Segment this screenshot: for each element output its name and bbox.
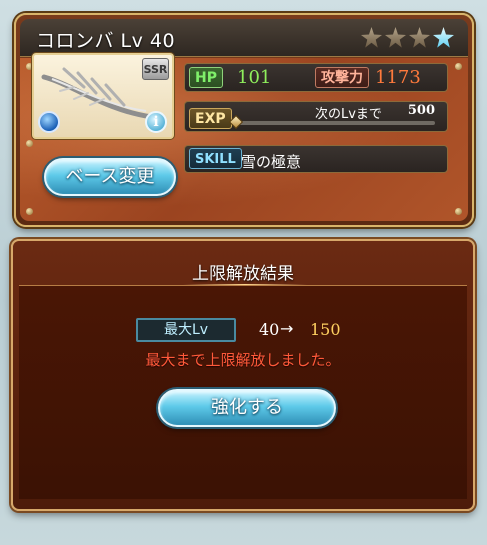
exp-label: EXP — [189, 108, 232, 129]
rarity-stars — [361, 27, 454, 48]
rarity-badge: SSR — [142, 58, 169, 80]
info-icon[interactable]: i — [145, 111, 167, 133]
arrow-right-icon: → — [280, 319, 294, 338]
skill-label: SKILL — [189, 148, 242, 169]
star-icon — [385, 27, 406, 48]
next-level-label: 次のLvまで — [315, 107, 382, 122]
stat-row-exp: EXP 次のLvまで 500 — [184, 101, 448, 132]
rivet-icon — [26, 140, 33, 147]
star-icon-active — [433, 27, 454, 48]
next-level-value: 500 — [407, 103, 435, 118]
weapon-header: コロンバ Lv 40 — [20, 19, 468, 57]
skill-name: 雪の極意 — [241, 153, 302, 171]
enhance-button[interactable]: 強化する — [158, 389, 336, 427]
result-message: 最大まで上限解放しました。 — [145, 351, 341, 369]
star-icon — [409, 27, 430, 48]
max-lv-label: 最大Lv — [136, 318, 236, 342]
rivet-icon — [455, 208, 462, 215]
change-base-button[interactable]: ベース変更 — [44, 158, 176, 196]
star-icon — [361, 27, 382, 48]
stat-row-skill: SKILL 雪の極意 — [184, 145, 448, 173]
atk-value: 1173 — [375, 67, 421, 88]
rivet-icon — [26, 208, 33, 215]
limit-break-result-panel: 上限解放結果 最大Lv 40 → 150 最大まで上限解放しました。 強化する — [11, 239, 475, 511]
water-orb-icon — [38, 111, 60, 133]
rivet-icon — [455, 63, 462, 70]
atk-label: 攻撃力 — [315, 67, 369, 88]
weapon-name: コロンバ Lv 40 — [36, 30, 176, 52]
hp-label: HP — [189, 67, 223, 88]
max-lv-to: 150 — [310, 320, 341, 339]
hp-value: 101 — [237, 67, 272, 88]
exp-bar — [237, 121, 435, 125]
stat-row-hp-atk: HP 101 攻撃力 1173 — [184, 63, 448, 92]
panel-title: 上限解放結果 — [192, 264, 294, 284]
weapon-thumbnail[interactable]: SSR i — [32, 53, 174, 139]
max-lv-from: 40 — [259, 320, 280, 339]
